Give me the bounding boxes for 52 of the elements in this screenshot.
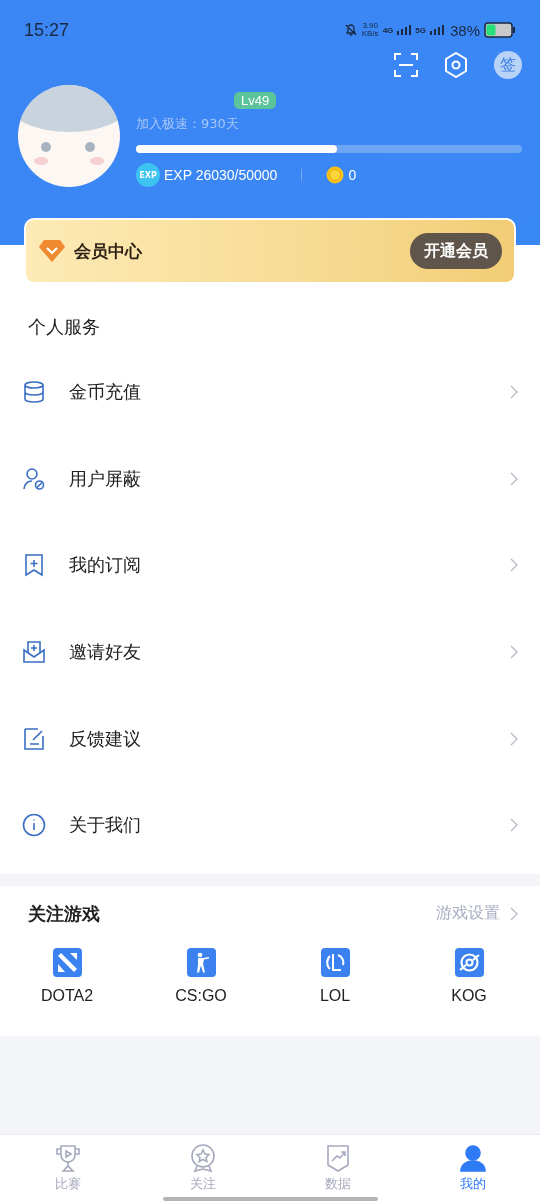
scan-icon[interactable] [394, 53, 418, 77]
settings-icon[interactable] [444, 52, 468, 78]
game-label: CS:GO [175, 986, 227, 1005]
signal-icon [429, 25, 444, 35]
section-title: 个人服务 [27, 315, 101, 339]
section-title: 关注游戏 [28, 901, 101, 926]
chevron-icon [510, 731, 518, 746]
mail-add-icon [22, 640, 46, 665]
battery-percent: 38% [449, 21, 480, 39]
menu-item[interactable]: 反馈建议 [0, 695, 540, 782]
join-days: 加入极速：930天 [136, 115, 522, 133]
menu-item[interactable]: 金币充值 [0, 349, 540, 436]
menu-item[interactable]: 用户屏蔽 [0, 435, 540, 523]
game-label: DOTA2 [40, 986, 94, 1005]
level-badge: Lv49 [234, 92, 277, 109]
game-label: LOL [319, 986, 351, 1005]
battery-icon [484, 22, 516, 38]
person-icon [457, 1143, 488, 1173]
signal-icon [397, 25, 412, 35]
slash-game-icon[interactable] [52, 947, 82, 977]
game-label: KOG [451, 986, 487, 1005]
network-type: 5G [415, 25, 426, 35]
coin-icon [326, 166, 345, 184]
target-game-icon[interactable] [454, 947, 484, 977]
diamond-icon [38, 239, 66, 263]
menu-item[interactable]: 我的订阅 [0, 522, 540, 609]
chevron-icon [510, 471, 518, 486]
info-icon [22, 813, 46, 838]
exp-text: EXP 26030/50000 [164, 167, 278, 183]
vip-card[interactable]: 会员中心 开通会员 [24, 218, 516, 284]
tab[interactable]: 我的 [432, 1135, 513, 1204]
exp-badge: EXP [136, 163, 160, 187]
status-time: 15:27 [24, 19, 70, 41]
menu-item[interactable]: 邀请好友 [0, 608, 540, 696]
chevron-icon [510, 558, 518, 573]
edit-note-icon [22, 726, 46, 751]
mute-icon [343, 23, 358, 37]
chevron-icon [510, 906, 518, 921]
chevron-icon [510, 385, 518, 400]
letter-game-icon[interactable] [320, 947, 350, 977]
chevron-icon [510, 818, 518, 833]
network-speed: 3.90 KB/s [361, 22, 379, 38]
bookmark-add-icon [22, 553, 46, 578]
coin-count: 0 [348, 167, 357, 183]
chevron-icon [510, 645, 518, 660]
network-type: 4G [382, 25, 394, 35]
open-vip-button[interactable]: 开通会员 [410, 233, 502, 269]
soldier-game-icon[interactable] [186, 947, 216, 977]
user-block-icon [22, 466, 46, 491]
vip-title: 会员中心 [74, 239, 143, 263]
menu-item[interactable]: 关于我们 [0, 781, 540, 869]
database-icon [22, 380, 46, 405]
